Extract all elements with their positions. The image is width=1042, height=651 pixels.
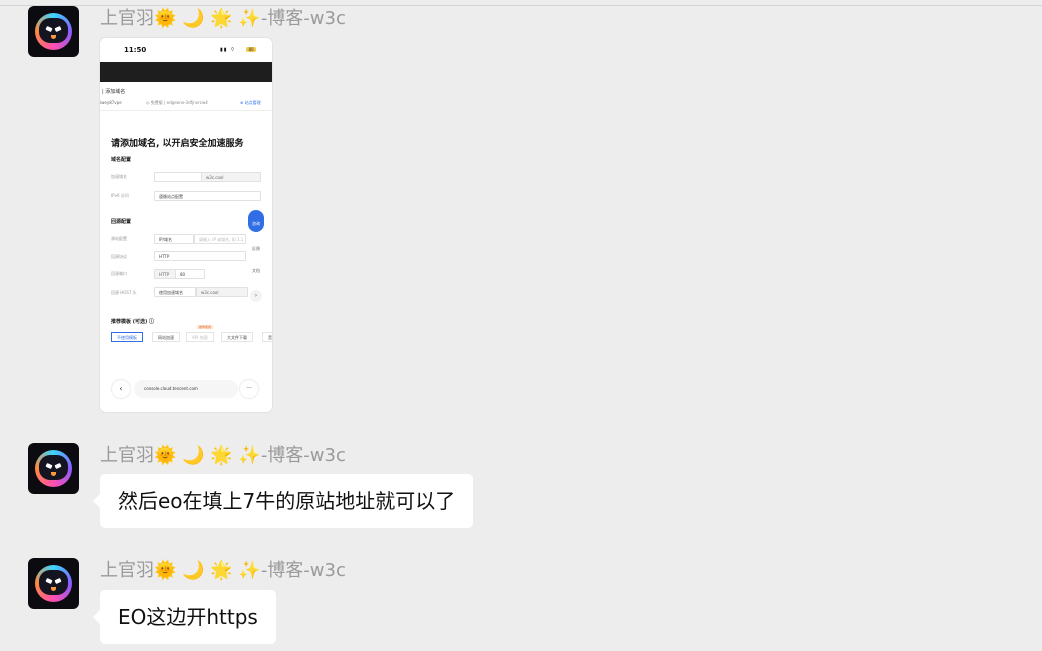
template-tag: 网站加速 xyxy=(152,332,180,342)
site-path: ◎ 免费版 | edgeone-3dfjnnrcw4 xyxy=(146,100,208,105)
robot-face-icon xyxy=(39,570,68,595)
avatar[interactable] xyxy=(28,558,79,609)
field-label: 回源协议 xyxy=(111,254,127,259)
back-arrow-icon: ‹ xyxy=(112,380,130,398)
template-tag: 大文件下载 xyxy=(221,332,253,342)
feedback-button: 反馈 xyxy=(252,246,260,251)
avatar[interactable] xyxy=(28,443,79,494)
site-id: iwey87vpe xyxy=(100,100,122,105)
host-value: w3c.cool xyxy=(196,287,248,297)
template-tag: API 加速 xyxy=(186,332,214,342)
port-input: 80 xyxy=(175,269,205,279)
section-template: 推荐模板 (可选) ⓘ xyxy=(111,319,155,325)
sender-name: 上官羽🌞 🌙 🌟 ✨-博客-w3c xyxy=(100,8,346,29)
signal-wifi-icon: ▮▮ ⌔ xyxy=(220,47,236,53)
docs-button: 文档 xyxy=(252,268,260,273)
domain-suffix: w3c.cool xyxy=(201,172,261,182)
divider xyxy=(100,110,272,111)
breadcrumb: | 添加域名 xyxy=(102,89,126,95)
robot-face-icon xyxy=(39,455,68,480)
field-label: IPv6 访问 xyxy=(111,193,129,198)
robot-face-icon xyxy=(39,18,68,43)
more-icon: ··· xyxy=(240,380,258,398)
status-time: 11:50 xyxy=(124,46,147,54)
browser-url: console.cloud.tencent.com xyxy=(134,380,238,398)
section-domain: 域名配置 xyxy=(111,157,132,163)
field-label: 回源 HOST 头 xyxy=(111,290,137,295)
template-tag: 音 xyxy=(262,332,272,342)
text-message-bubble[interactable]: EO这边开https xyxy=(93,590,276,644)
app-header-bar xyxy=(100,62,272,82)
sender-name: 上官羽🌞 🌙 🌟 ✨-博客-w3c xyxy=(100,445,346,466)
host-mode-select: 使用加速域名 xyxy=(154,287,196,297)
sender-name: 上官羽🌞 🌙 🌟 ✨-博客-w3c xyxy=(100,560,346,581)
ipv6-select: 遵循站点配置 xyxy=(154,191,261,201)
template-tag: 不使用模板 xyxy=(111,332,143,342)
chevron-right-icon: › xyxy=(250,290,262,302)
field-label: 回源端口 xyxy=(111,271,127,276)
origin-type-select: IP/域名 xyxy=(154,234,194,244)
site-manage-link: ⊕ 站点管理 xyxy=(240,100,261,105)
consult-fab: 咨询 xyxy=(248,210,264,232)
recommend-badge: 推荐使用 xyxy=(197,325,214,329)
text-message-bubble[interactable]: 然后eo在填上7牛的原站地址就可以了 xyxy=(92,474,474,528)
battery-icon: 80 xyxy=(246,47,256,52)
field-label: 源站配置 xyxy=(111,236,127,241)
avatar[interactable] xyxy=(28,6,79,57)
form-heading: 请添加域名, 以开启安全加速服务 xyxy=(111,139,244,149)
top-divider xyxy=(0,5,1042,6)
section-origin: 回源配置 xyxy=(111,219,132,225)
origin-address-input: 请输入 IP 或域名, 如 1.1.1.1 xyxy=(194,234,246,244)
protocol-select: HTTP xyxy=(154,251,246,261)
field-label: 加速域名 xyxy=(111,174,127,179)
port-protocol: HTTP xyxy=(154,269,176,279)
image-message[interactable]: 11:50 ▮▮ ⌔ 80 | 添加域名 iwey87vpe ◎ 免费版 | e… xyxy=(100,38,272,412)
domain-prefix-input xyxy=(154,172,202,182)
